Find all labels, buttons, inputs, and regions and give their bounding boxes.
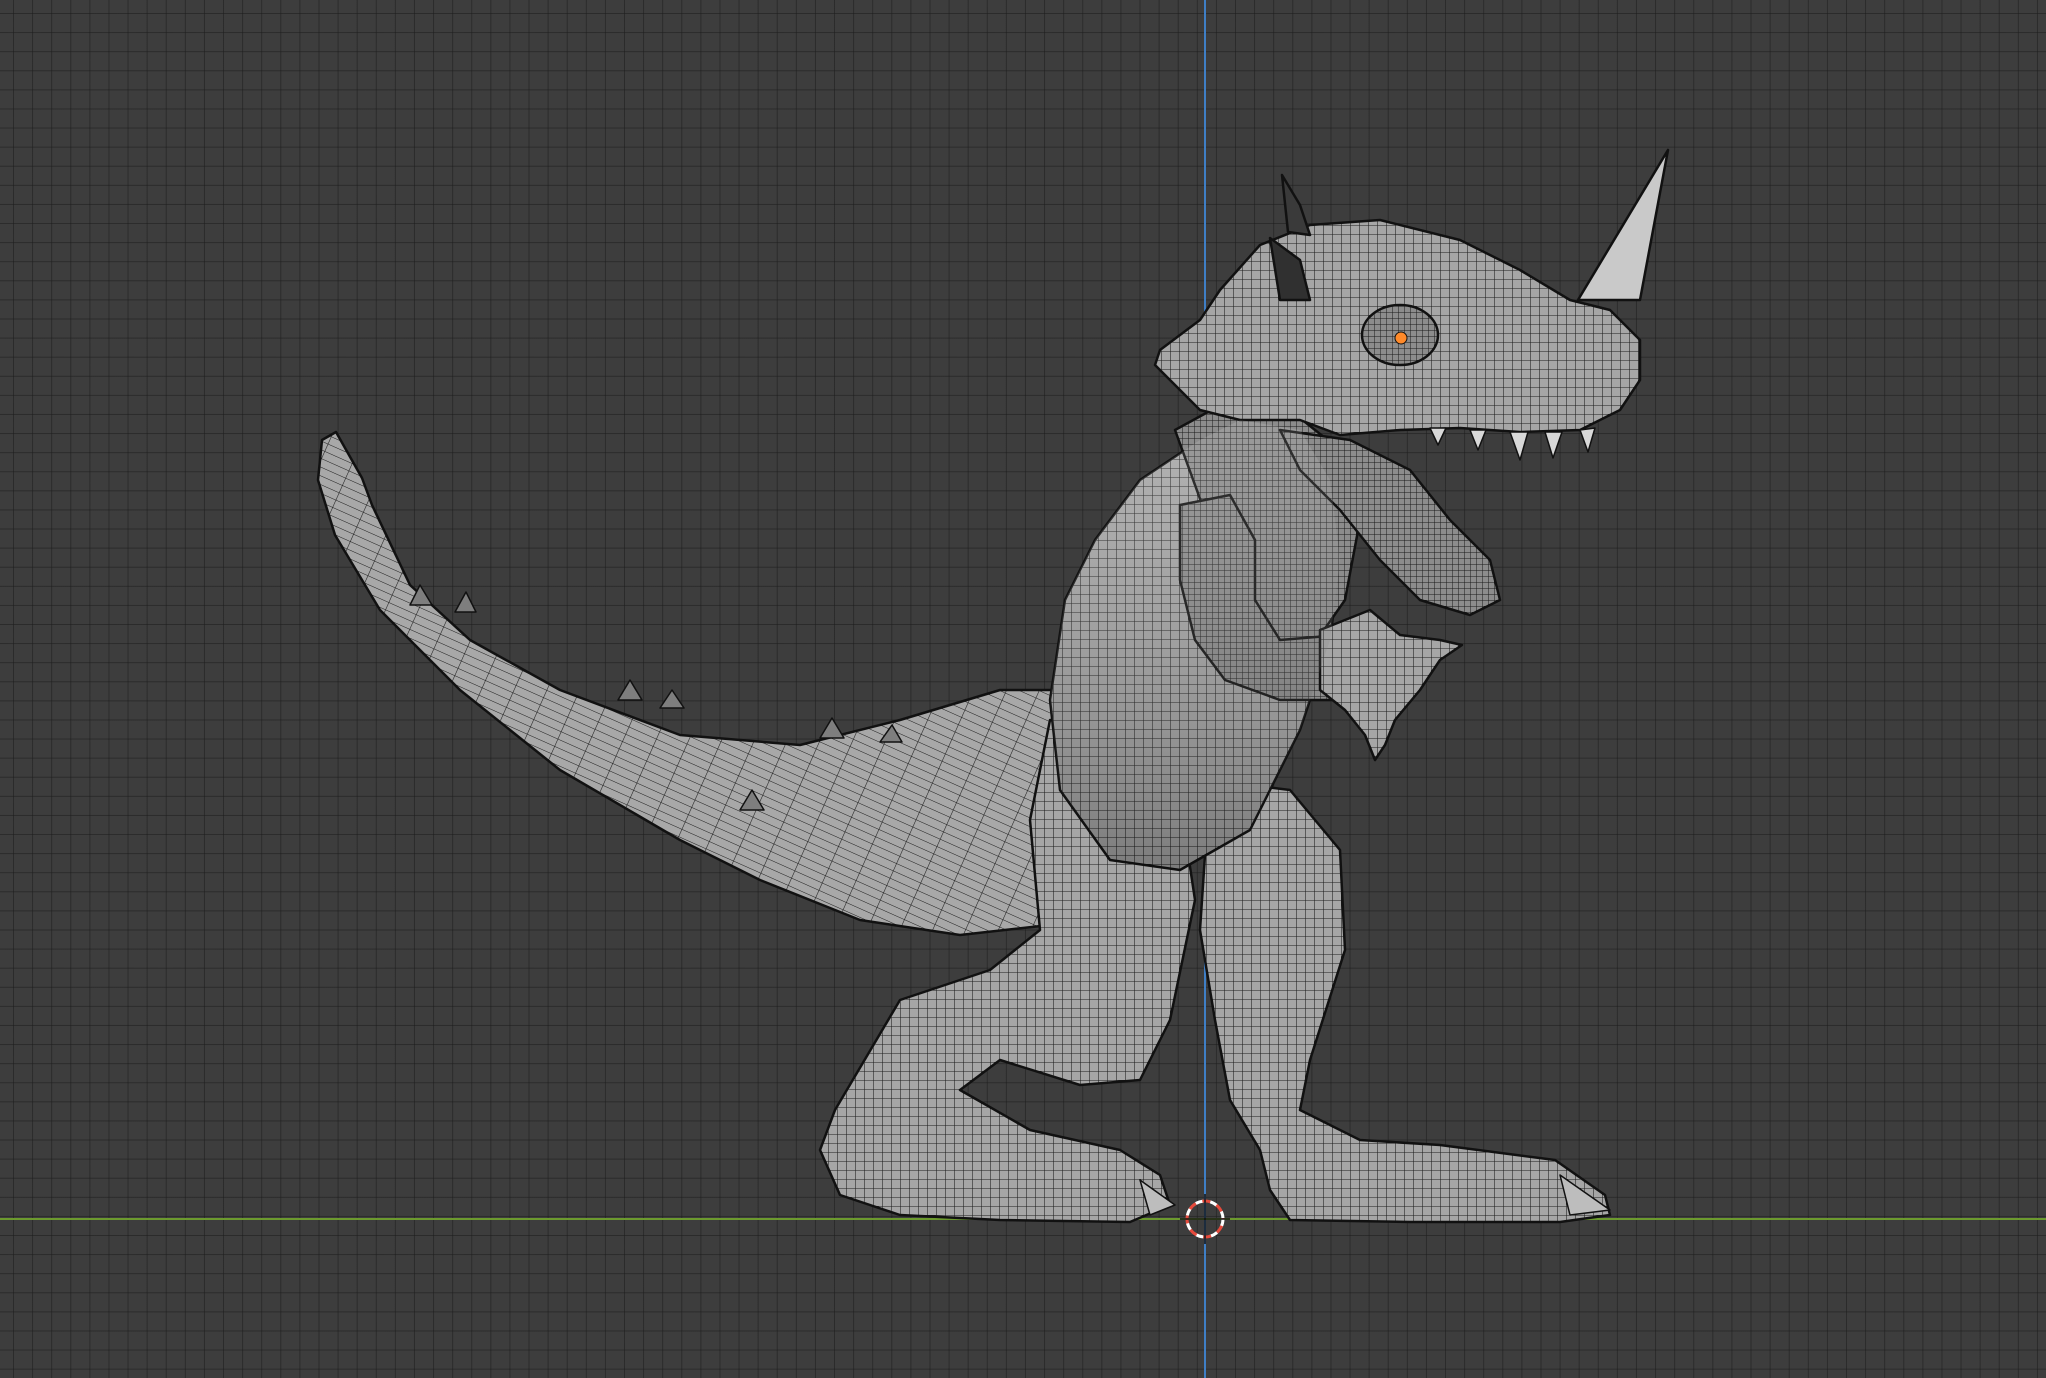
3d-cursor-icon[interactable] bbox=[1180, 1194, 1230, 1244]
3d-viewport[interactable] bbox=[0, 0, 2046, 1378]
head-horn-icon bbox=[1280, 173, 1312, 237]
dinosaur-mesh-icon[interactable] bbox=[316, 148, 1670, 1224]
front-leg-mesh[interactable] bbox=[1198, 778, 1612, 1224]
eye-icon bbox=[1394, 331, 1408, 345]
viewport-scene[interactable] bbox=[0, 0, 2046, 1378]
hand-mesh[interactable] bbox=[1318, 608, 1464, 762]
teeth-icon bbox=[1429, 427, 1596, 461]
tail-mesh[interactable] bbox=[316, 430, 1132, 937]
nose-horn-icon bbox=[1576, 148, 1670, 302]
